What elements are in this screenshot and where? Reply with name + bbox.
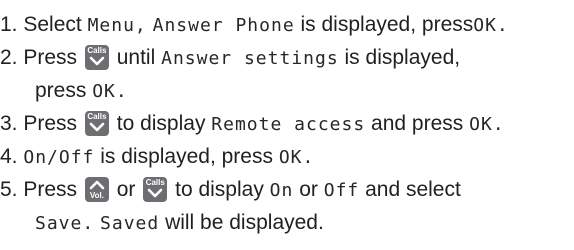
- step-4: 4. On/Off is displayed, press OK.: [0, 140, 574, 173]
- vol-key-icon: Vol.: [84, 177, 109, 202]
- calls-key-icon: Calls: [143, 177, 168, 202]
- lcd-text-ok: OK.: [278, 147, 315, 168]
- step-number: 2.: [0, 46, 18, 69]
- lcd-text-answer-settings: Answer settings: [161, 48, 339, 69]
- lcd-text-on: On: [269, 180, 294, 201]
- step-text: is displayed,: [344, 46, 461, 69]
- step-text: will be displayed.: [165, 211, 324, 234]
- instruction-steps: 1. Select Menu, Answer Phone is displaye…: [0, 8, 574, 239]
- step-text: and select: [365, 178, 461, 201]
- calls-key-label: Calls: [145, 178, 165, 187]
- lcd-text-remote-access: Remote access: [211, 114, 366, 135]
- step-text: Select: [23, 13, 82, 36]
- lcd-text-menu: Menu,: [87, 15, 147, 36]
- step-5-continued: Save. Saved will be displayed.: [0, 206, 574, 239]
- lcd-text-off: Off: [323, 180, 360, 201]
- calls-key-icon: Calls: [84, 45, 109, 70]
- step-text: or: [116, 178, 136, 201]
- step-number: 5.: [0, 178, 18, 201]
- calls-key-label: Calls: [87, 112, 107, 121]
- lcd-text-ok: OK.: [473, 15, 509, 36]
- step-2-continued: press OK.: [0, 74, 574, 107]
- step-number: 3.: [0, 112, 18, 135]
- calls-key-icon: Calls: [84, 111, 109, 136]
- step-text: or: [299, 178, 318, 201]
- step-text: press: [35, 79, 87, 102]
- step-text: Press: [23, 112, 78, 135]
- lcd-text-saved: Saved: [100, 213, 160, 234]
- step-1: 1. Select Menu, Answer Phone is displaye…: [0, 8, 574, 41]
- step-text: until: [116, 46, 156, 69]
- chevron-down-icon: [89, 122, 105, 132]
- step-text: is displayed, press: [100, 145, 273, 168]
- step-text: is displayed, press: [300, 13, 474, 36]
- step-number: 1.: [0, 13, 18, 36]
- step-3: 3. Press Calls to display Remote access …: [0, 107, 574, 140]
- chevron-down-icon: [147, 188, 163, 198]
- step-text: to display: [116, 112, 206, 135]
- lcd-text-answer-phone: Answer Phone: [152, 15, 295, 36]
- chevron-down-icon: [89, 56, 105, 66]
- calls-key-label: Calls: [87, 46, 107, 55]
- step-5: 5. Press Vol. or Calls to display On or …: [0, 173, 574, 206]
- step-text: Press: [23, 46, 78, 69]
- lcd-text-ok: OK.: [469, 114, 505, 135]
- step-text: to display: [175, 178, 264, 201]
- lcd-text-ok: OK.: [92, 81, 128, 102]
- step-text: Press: [23, 178, 78, 201]
- step-number: 4.: [0, 145, 18, 168]
- step-2: 2. Press Calls until Answer settings is …: [0, 41, 574, 74]
- chevron-up-icon: [89, 180, 105, 190]
- lcd-text-save: Save.: [35, 213, 95, 234]
- lcd-text-on-off: On/Off: [23, 147, 95, 168]
- vol-key-label: Vol.: [89, 191, 104, 200]
- step-text: and press: [371, 112, 464, 135]
